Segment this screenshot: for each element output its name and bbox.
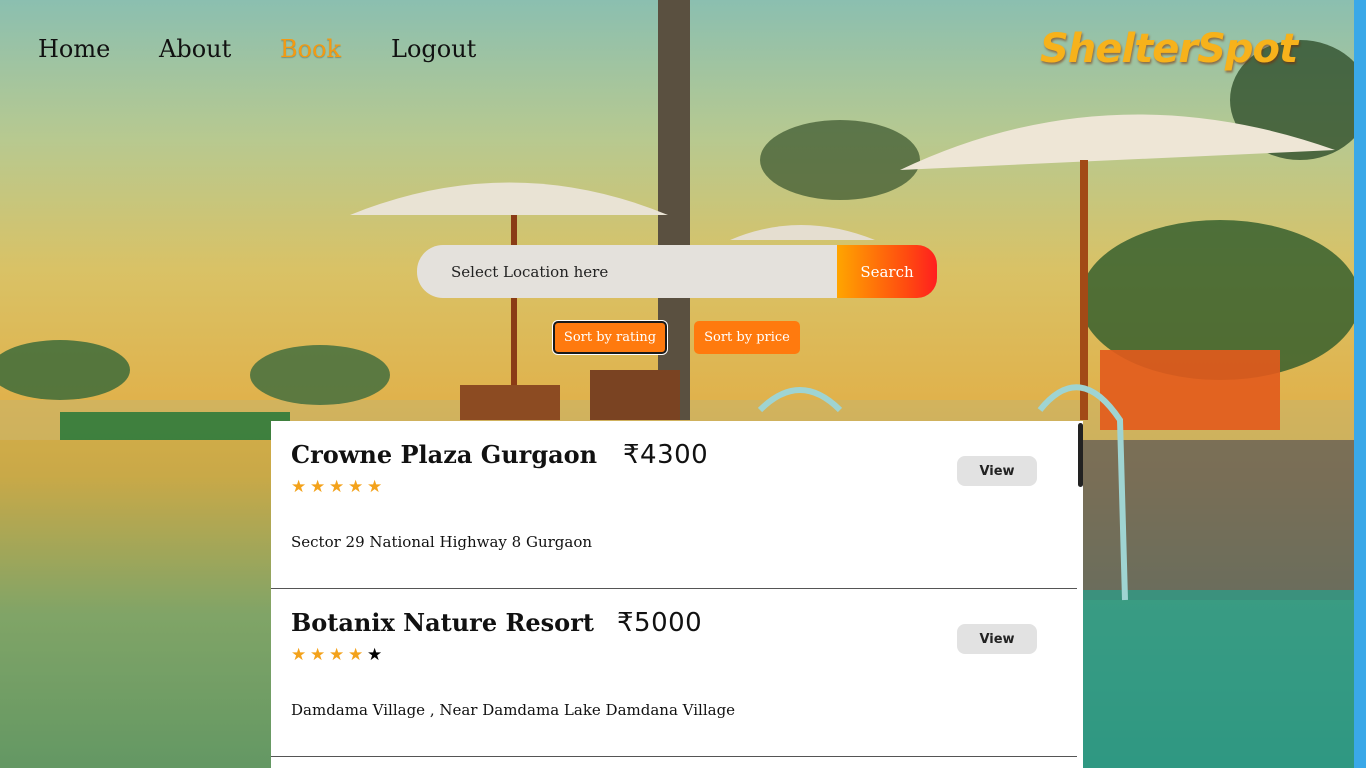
nav-book[interactable]: Book: [280, 35, 341, 63]
star-icon: ★: [348, 645, 364, 665]
location-search-input[interactable]: [417, 245, 837, 298]
hotel-price: ₹5000: [617, 608, 703, 638]
hotel-price: ₹4300: [623, 440, 709, 470]
sort-by-price-button[interactable]: Sort by price: [694, 321, 800, 354]
search-button[interactable]: Search: [837, 245, 937, 298]
hotel-address: Damdama Village , Near Damdama Lake Damd…: [291, 701, 736, 719]
sort-by-rating-button[interactable]: Sort by rating: [553, 321, 667, 354]
page-scrollbar[interactable]: [1354, 0, 1366, 768]
star-icon: ★: [329, 645, 345, 665]
star-icon: ★: [310, 477, 326, 497]
star-icon: ★: [329, 477, 345, 497]
hotel-name: Botanix Nature Resort: [291, 608, 594, 637]
star-icon: ★: [310, 645, 326, 665]
brand-logo: ShelterSpot: [1040, 26, 1298, 72]
nav-home[interactable]: Home: [38, 35, 110, 63]
results-scrollbar-thumb[interactable]: [1078, 423, 1083, 487]
results-scrollbar[interactable]: [1077, 421, 1083, 768]
star-icon: ★: [348, 477, 364, 497]
hotel-address: Sector 29 National Highway 8 Gurgaon: [291, 533, 593, 551]
view-button[interactable]: View: [957, 456, 1037, 486]
rating-stars: ★ ★ ★ ★ ★: [291, 477, 383, 497]
star-icon: ★: [291, 645, 307, 665]
star-icon: ★: [291, 477, 307, 497]
hotel-results-list: Crowne Plaza Gurgaon ₹4300 ★ ★ ★ ★ ★ Sec…: [271, 421, 1083, 768]
search-bar: Search: [417, 245, 937, 298]
star-icon: ★: [367, 477, 383, 497]
rating-stars: ★ ★ ★ ★ ★: [291, 645, 383, 665]
hotel-card: Botanix Nature Resort ₹5000 ★ ★ ★ ★ ★ Da…: [271, 589, 1077, 757]
hotel-card: Crowne Plaza Gurgaon ₹4300 ★ ★ ★ ★ ★ Sec…: [271, 421, 1077, 589]
nav-logout[interactable]: Logout: [391, 35, 476, 63]
view-button[interactable]: View: [957, 624, 1037, 654]
nav-about[interactable]: About: [159, 35, 231, 63]
star-empty-icon: ★: [367, 645, 383, 665]
hotel-name: Crowne Plaza Gurgaon: [291, 440, 598, 469]
